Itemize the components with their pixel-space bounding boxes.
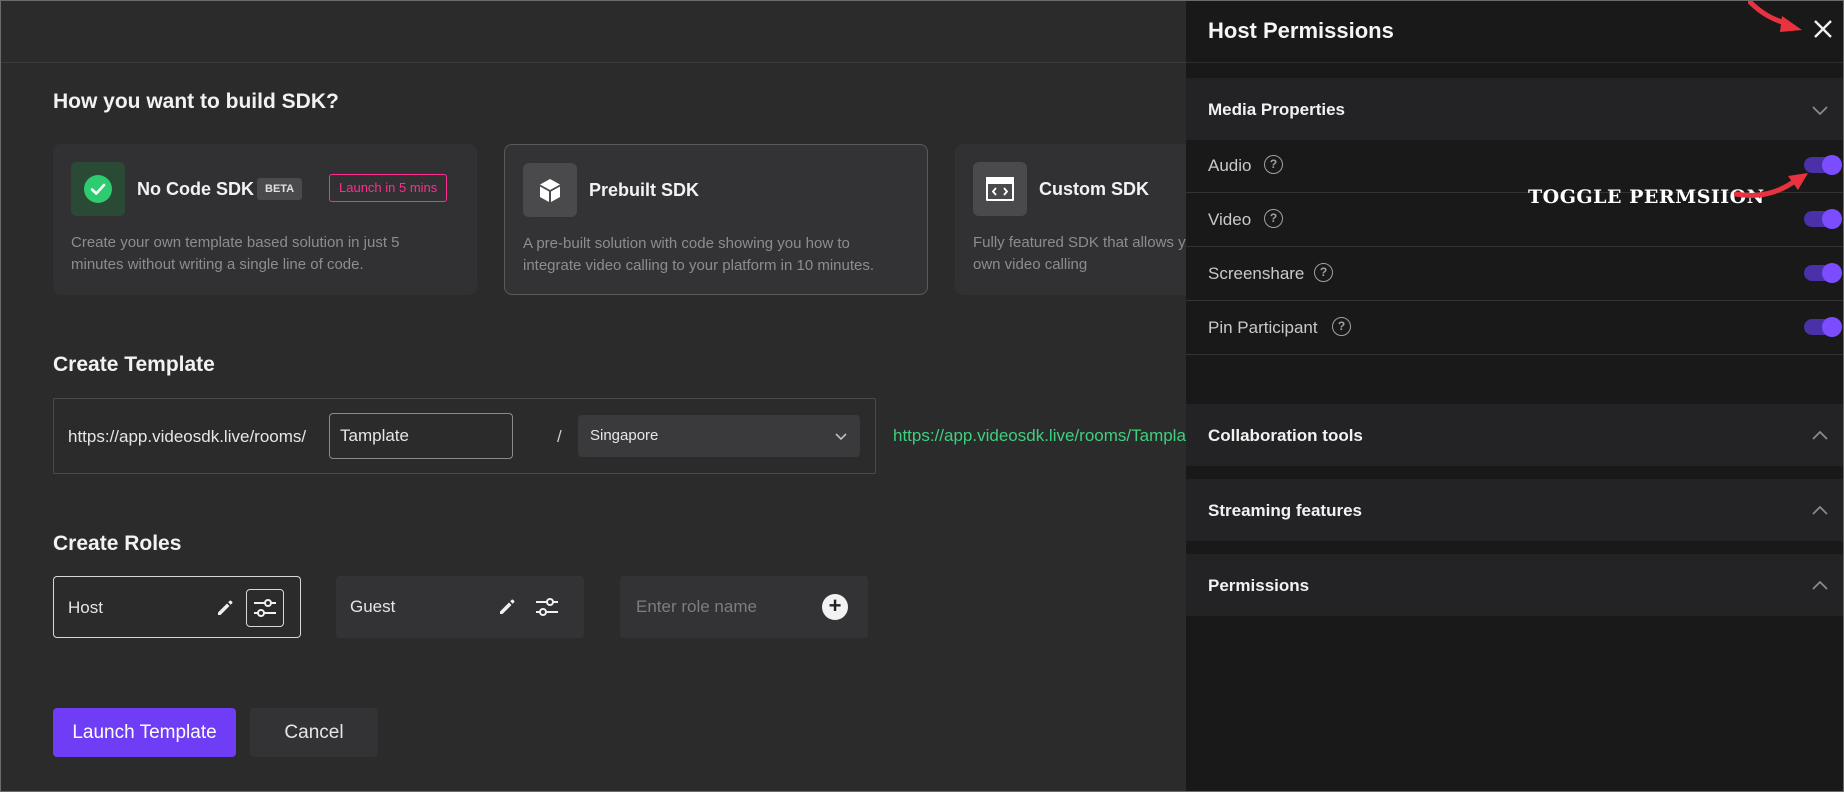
new-role-field[interactable]: Enter role name + — [620, 576, 868, 638]
top-bar — [0, 0, 1186, 63]
template-url-builder: https://app.videosdk.live/rooms/ / Singa… — [53, 398, 876, 474]
toggle-permission-annotation: TOGGLE PERMSIION — [1528, 186, 1765, 208]
permission-row-screenshare: Screenshare ? — [1186, 247, 1844, 301]
cube-icon — [540, 179, 560, 202]
build-sdk-heading: How you want to build SDK? — [53, 90, 339, 113]
role-guest[interactable]: Guest — [336, 576, 584, 638]
card-title: Prebuilt SDK — [589, 180, 700, 200]
chevron-down-icon — [1812, 106, 1828, 116]
launch-template-button[interactable]: Launch Template — [53, 708, 236, 757]
toggle-knob — [1822, 155, 1842, 175]
close-icon[interactable] — [1811, 17, 1835, 41]
sliders-icon — [536, 598, 558, 616]
url-prefix: https://app.videosdk.live/rooms/ — [68, 427, 307, 446]
role-settings-button[interactable] — [528, 588, 566, 626]
permission-label: Screenshare — [1208, 264, 1305, 283]
chevron-up-icon — [1812, 580, 1828, 590]
chevron-up-icon — [1812, 430, 1828, 440]
cube-icon-box — [523, 163, 577, 217]
card-prebuilt-sdk[interactable]: Prebuilt SDK A pre-built solution with c… — [504, 144, 928, 295]
region-select[interactable]: Singapore — [578, 415, 860, 457]
section-title: Permissions — [1208, 576, 1310, 595]
toggle-knob — [1822, 263, 1842, 283]
edit-pencil-icon[interactable] — [496, 596, 518, 618]
role-name-placeholder: Enter role name — [636, 597, 757, 616]
card-title: No Code SDK — [137, 179, 254, 199]
cancel-button[interactable]: Cancel — [250, 708, 378, 757]
chevron-down-icon — [835, 433, 847, 441]
card-no-code-sdk[interactable]: No Code SDK BETA Launch in 5 mins Create… — [53, 144, 477, 295]
permission-label: Pin Participant — [1208, 318, 1318, 337]
role-name: Guest — [350, 597, 396, 616]
help-question-icon[interactable]: ? — [1314, 263, 1333, 282]
permission-label: Video — [1208, 210, 1252, 229]
role-name: Host — [68, 598, 103, 617]
panel-title: Host Permissions — [1208, 18, 1394, 43]
screenshare-toggle[interactable] — [1804, 263, 1842, 283]
create-roles-heading: Create Roles — [53, 532, 182, 555]
create-template-heading: Create Template — [53, 353, 215, 376]
close-annotation-arrow-icon — [1748, 0, 1802, 32]
url-separator: / — [557, 427, 562, 446]
annotation-arrow-icon — [1734, 173, 1808, 198]
role-settings-button[interactable] — [246, 589, 284, 627]
code-window-icon-box — [973, 162, 1027, 216]
host-permissions-panel: Host Permissions Media Properties Audio … — [1186, 0, 1844, 792]
card-description: Create your own template based solution … — [71, 234, 400, 273]
section-streaming-features[interactable]: Streaming features — [1186, 479, 1844, 541]
section-title: Streaming features — [1208, 501, 1362, 520]
role-host[interactable]: Host — [53, 576, 301, 638]
section-collaboration-tools[interactable]: Collaboration tools — [1186, 404, 1844, 466]
chevron-up-icon — [1812, 505, 1828, 515]
beta-badge: BETA — [257, 178, 303, 200]
permission-row-pin-participant: Pin Participant ? — [1186, 301, 1844, 355]
launch-time-badge: Launch in 5 mins — [329, 174, 448, 202]
section-permissions[interactable]: Permissions — [1186, 554, 1844, 616]
add-role-plus-icon[interactable]: + — [822, 594, 848, 620]
toggle-knob — [1822, 317, 1842, 337]
check-circle-icon — [84, 175, 112, 203]
pin-participant-toggle[interactable] — [1804, 317, 1842, 337]
section-title: Media Properties — [1208, 100, 1345, 119]
help-question-icon[interactable]: ? — [1264, 155, 1283, 174]
help-question-icon[interactable]: ? — [1264, 209, 1283, 228]
edit-pencil-icon[interactable] — [214, 597, 236, 619]
toggle-knob — [1822, 209, 1842, 229]
section-media-properties[interactable]: Media Properties — [1186, 78, 1844, 140]
template-name-input[interactable] — [329, 413, 513, 459]
card-description: A pre-built solution with code showing y… — [523, 235, 875, 274]
code-window-icon — [986, 177, 1014, 201]
template-url-preview[interactable]: https://app.videosdk.live/rooms/Tamplate — [893, 426, 1186, 446]
section-title: Collaboration tools — [1208, 426, 1363, 445]
card-description: Fully featured SDK that allows you to cu… — [973, 234, 1186, 273]
permission-label: Audio — [1208, 156, 1252, 175]
sliders-icon — [254, 599, 276, 617]
check-icon-box — [71, 162, 125, 216]
panel-header-divider — [1186, 62, 1844, 63]
video-toggle[interactable] — [1804, 209, 1842, 229]
card-title: Custom SDK — [1039, 179, 1150, 199]
card-custom-sdk[interactable]: Custom SDK Fully featured SDK that allow… — [955, 144, 1186, 295]
help-question-icon[interactable]: ? — [1332, 317, 1351, 336]
region-value: Singapore — [590, 427, 659, 444]
